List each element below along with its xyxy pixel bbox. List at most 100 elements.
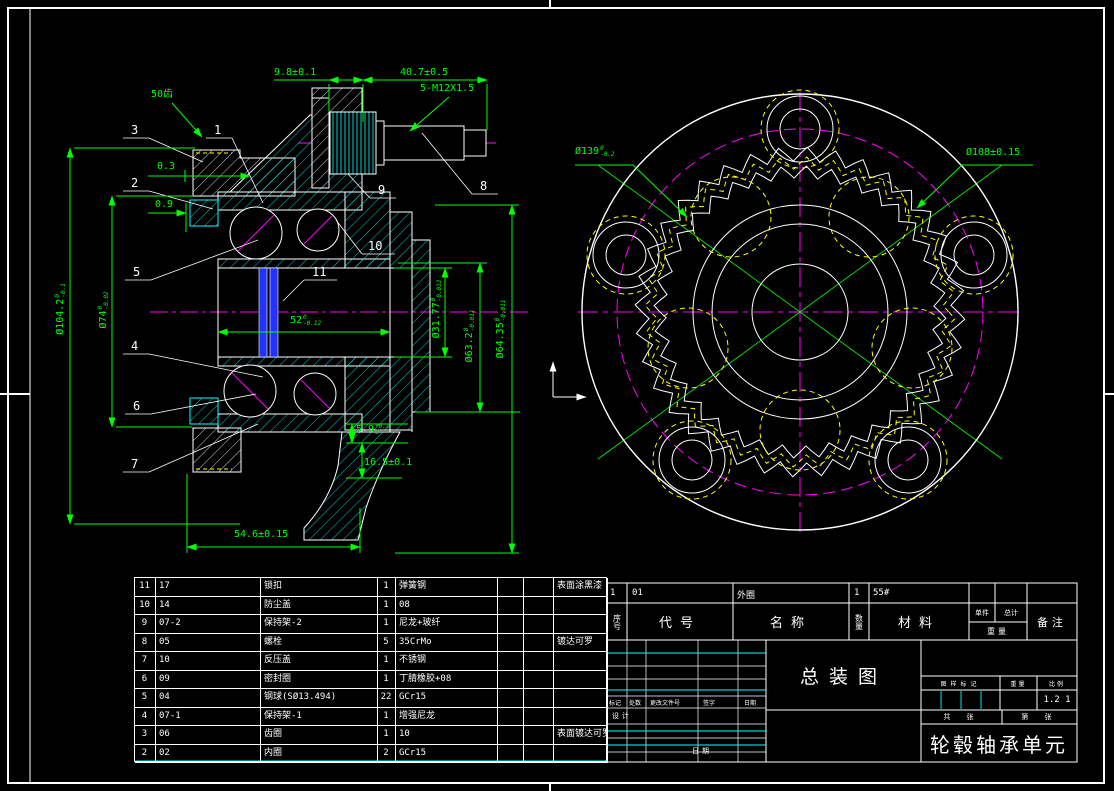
part-title: 轮毂轴承单元 xyxy=(930,732,1068,757)
bom-cell-c6 xyxy=(498,726,524,745)
bom-cell-name: 钢球(SØ13.494) xyxy=(261,689,378,708)
stamp-scale-value: 1.2 1 xyxy=(1043,695,1071,705)
bom-cell-c6 xyxy=(498,578,524,597)
bom-cell-material: 丁腈橡胶+08 xyxy=(396,670,498,689)
bom-row1-material: 55# xyxy=(873,588,890,598)
rev-header-count: 处数 xyxy=(629,700,642,707)
dim-thread: 5-M12X1.5 xyxy=(420,83,475,94)
bom-cell-name: 防尘盖 xyxy=(261,596,378,615)
bom-cell-remark: 镀达可罗 xyxy=(554,633,608,652)
bom-cell-c7 xyxy=(524,633,554,652)
bom-row1-name: 外圈 xyxy=(737,591,756,601)
date-label: 日期 xyxy=(692,747,712,755)
bom-cell-remark xyxy=(554,707,608,726)
bom-cell-remark xyxy=(554,596,608,615)
bom-cell-remark: 表面镀达可罗 xyxy=(554,726,608,745)
dim-race-6435: Ø64.35 0 -0.011 xyxy=(494,299,507,359)
bom-cell-code: 07-2 xyxy=(156,615,261,634)
bom-row1-code: 01 xyxy=(632,588,643,598)
bom-cell-seq: 3 xyxy=(135,726,156,745)
bom-cell-name: 保持架-1 xyxy=(261,707,378,726)
bom-cell-code: 17 xyxy=(156,578,261,597)
bom-table: 11 17 锁扣 1 弹簧钢 表面涂黑漆 10 14 防尘盖 1 08 9 07-2 保持架-2 1 尼龙+玻… xyxy=(134,577,608,763)
bom-cell-name: 密封圈 xyxy=(261,670,378,689)
bom-cell-code: 05 xyxy=(156,633,261,652)
bom-cell-c7 xyxy=(524,596,554,615)
balloon-8: 8 xyxy=(480,179,488,193)
bom-cell-c6 xyxy=(498,744,524,763)
wheel-stud xyxy=(311,97,487,189)
bom-cell-remark: 表面涂黑漆 xyxy=(554,578,608,597)
design-label: 设计 xyxy=(612,712,632,720)
bom-cell-material: 弹簧钢 xyxy=(396,578,498,597)
bom-header-weight: 重量 xyxy=(987,626,1009,636)
bom-cell-material: GCr15 xyxy=(396,744,498,763)
dim-width-52: 52 0 -0.12 xyxy=(290,314,322,327)
dim-pilot-74: Ø74 0 -0.02 xyxy=(97,291,110,329)
bom-cell-code: 02 xyxy=(156,744,261,763)
bom-header-qty: 数量 xyxy=(854,613,864,630)
balloon-4: 4 xyxy=(131,339,139,353)
bom-row1-seq: 1 xyxy=(610,588,616,598)
bom-cell-material: 尼龙+玻纤 xyxy=(396,615,498,634)
bom-cell-code: 07-1 xyxy=(156,707,261,726)
dim-depth-165: 16.5±0.1 xyxy=(364,457,413,468)
bom-cell-c6 xyxy=(498,652,524,671)
bom-cell-qty: 1 xyxy=(378,615,396,634)
bom-cell-name: 齿圈 xyxy=(261,726,378,745)
bom-cell-seq: 10 xyxy=(135,596,156,615)
bom-header-unit: 单件 xyxy=(975,608,989,617)
bom-cell-seq: 8 xyxy=(135,633,156,652)
dim-length-546: 54.6±0.15 xyxy=(234,529,289,540)
balloon-11: 11 xyxy=(312,265,327,279)
dim-od-104: Ø104.2 0 -0.1 xyxy=(54,283,67,335)
bom-cell-c7 xyxy=(524,670,554,689)
stamp-scale-label: 比例 xyxy=(1048,680,1065,688)
bom-cell-code: 14 xyxy=(156,596,261,615)
stamp-mark-label: 图样标记 xyxy=(940,680,981,688)
bom-header-code: 代号 xyxy=(658,616,701,631)
balloon-1: 1 xyxy=(214,123,222,137)
balloon-10: 10 xyxy=(368,239,383,253)
bom-cell-material: GCr15 xyxy=(396,689,498,708)
bom-cell-material: 增强尼龙 xyxy=(396,707,498,726)
bom-cell-qty: 1 xyxy=(378,596,396,615)
bom-header-seq: 序号 xyxy=(612,613,622,630)
bom-cell-qty: 1 xyxy=(378,670,396,689)
drawing-title: 总装图 xyxy=(799,665,887,688)
bom-cell-remark xyxy=(554,670,608,689)
bom-cell-code: 04 xyxy=(156,689,261,708)
rev-header-date: 日期 xyxy=(744,700,757,707)
bom-cell-seq: 11 xyxy=(135,578,156,597)
balloon-6: 6 xyxy=(133,399,141,413)
circular-view-dims xyxy=(575,164,1033,218)
bom-cell-c7 xyxy=(524,652,554,671)
bom-cell-seq: 9 xyxy=(135,615,156,634)
bom-cell-qty: 22 xyxy=(378,689,396,708)
bom-cell-remark xyxy=(554,744,608,763)
bom-cell-c6 xyxy=(498,670,524,689)
dim-0-3: 0.3 xyxy=(157,161,176,172)
bom-cell-c7 xyxy=(524,615,554,634)
dim-flange-139: Ø139 0 -0.2 xyxy=(575,145,615,158)
bom-cell-seq: 7 xyxy=(135,652,156,671)
cad-drawing-sheet: 11 17 锁扣 1 弹簧钢 表面涂黑漆 10 14 防尘盖 1 08 9 07-2 保持架-2 1 尼龙+玻… xyxy=(0,0,1114,791)
bom-cell-c7 xyxy=(524,726,554,745)
bom-cell-name: 锁扣 xyxy=(261,578,378,597)
bom-cell-remark xyxy=(554,615,608,634)
bom-cell-code: 06 xyxy=(156,726,261,745)
bom-cell-c7 xyxy=(524,578,554,597)
bom-cell-c7 xyxy=(524,707,554,726)
bom-cell-code: 09 xyxy=(156,670,261,689)
bom-header-name: 名称 xyxy=(769,616,812,631)
bom-cell-c6 xyxy=(498,633,524,652)
dim-race-632: Ø63.2 0 -0.011 xyxy=(463,309,476,363)
bom-cell-remark xyxy=(554,689,608,708)
view-direction-arrow xyxy=(549,361,587,401)
bom-cell-name: 内圈 xyxy=(261,744,378,763)
bom-cell-material: 35CrMo xyxy=(396,633,498,652)
sheets-total-label: 共 张 xyxy=(943,713,980,721)
balloon-7: 7 xyxy=(131,457,139,471)
balloon-9: 9 xyxy=(378,183,386,197)
bom-cell-name: 螺栓 xyxy=(261,633,378,652)
